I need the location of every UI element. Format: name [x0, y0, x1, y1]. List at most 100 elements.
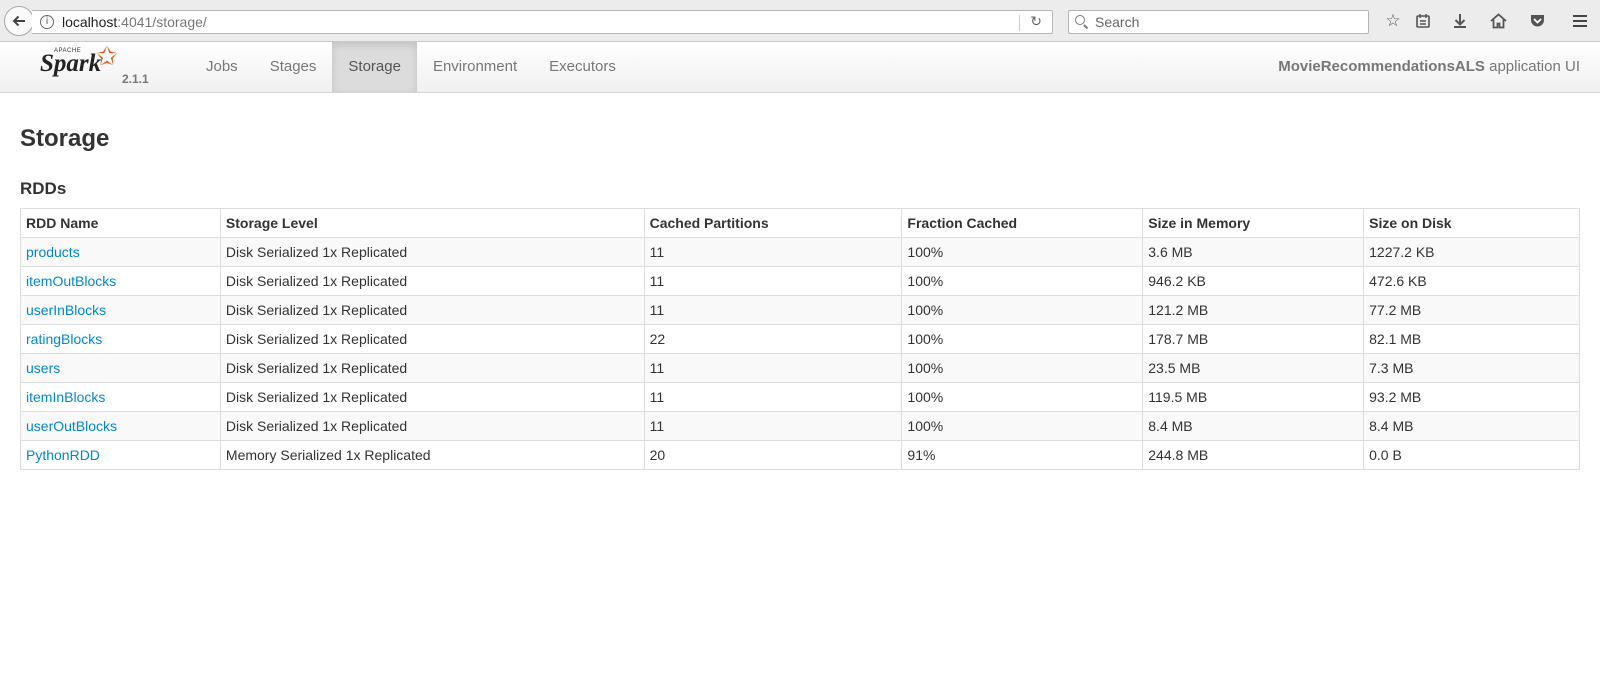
divider	[1019, 15, 1020, 31]
search-input[interactable]	[1095, 14, 1365, 30]
table-cell: 100%	[901, 266, 1144, 296]
spark-star-icon: ✩	[96, 42, 118, 72]
rdd-name-cell: ratingBlocks	[20, 324, 221, 354]
bookmark-star-icon[interactable]: ☆	[1380, 8, 1406, 34]
table-cell: 100%	[901, 382, 1144, 412]
table-row: users Disk Serialized 1x Replicated 11 100%…	[20, 353, 1580, 383]
rdd-table: RDD Name Storage Level Cached Partitions…	[20, 208, 1580, 470]
table-cell: 23.5 MB	[1142, 353, 1365, 383]
table-cell: 3.6 MB	[1142, 237, 1365, 267]
table-cell: 100%	[901, 324, 1144, 354]
menu-icon[interactable]	[1567, 8, 1593, 34]
page-title: Storage	[20, 125, 110, 152]
table-cell: 100%	[901, 353, 1144, 383]
table-cell: Disk Serialized 1x Replicated	[219, 295, 645, 325]
rdd-name-link[interactable]: users	[26, 360, 60, 376]
browser-toolbar: i localhost:4041/storage/ ↻ ☆	[0, 0, 1600, 42]
table-row: ratingBlocks Disk Serialized 1x Replicate…	[20, 324, 1580, 354]
rdd-name-link[interactable]: PythonRDD	[26, 447, 100, 463]
table-cell: 11	[643, 353, 903, 383]
pocket-icon[interactable]	[1524, 8, 1550, 34]
app-suffix: application UI	[1489, 58, 1580, 75]
table-header-row: RDD Name Storage Level Cached Partitions…	[20, 208, 1580, 238]
table-cell: Disk Serialized 1x Replicated	[219, 324, 645, 354]
table-cell: 100%	[901, 237, 1144, 267]
column-header[interactable]: RDD Name	[20, 208, 221, 238]
tab-environment[interactable]: Environment	[417, 42, 533, 92]
table-cell: 20	[643, 440, 903, 470]
tab-jobs[interactable]: Jobs	[190, 42, 254, 92]
url-text: localhost:4041/storage/	[62, 14, 207, 30]
column-header[interactable]: Size in Memory	[1142, 208, 1365, 238]
table-cell: 100%	[901, 295, 1144, 325]
table-cell: Disk Serialized 1x Replicated	[219, 382, 645, 412]
table-cell: 100%	[901, 411, 1144, 441]
search-icon	[1075, 15, 1089, 29]
table-row: PythonRDD Memory Serialized 1x Replicated…	[20, 440, 1580, 470]
table-cell: 1227.2 KB	[1363, 237, 1580, 267]
rdd-name-cell: PythonRDD	[20, 440, 221, 470]
rdd-name-link[interactable]: itemOutBlocks	[26, 273, 116, 289]
table-cell: 11	[643, 237, 903, 267]
app-name: MovieRecommendationsALS	[1278, 58, 1485, 75]
table-body: products Disk Serialized 1x Replicated 11 1…	[20, 237, 1580, 470]
tab-stages[interactable]: Stages	[254, 42, 333, 92]
table-row: itemOutBlocks Disk Serialized 1x Replicat…	[20, 266, 1580, 296]
table-cell: 22	[643, 324, 903, 354]
rdd-name-cell: users	[20, 353, 221, 383]
column-header[interactable]: Cached Partitions	[643, 208, 903, 238]
rdd-name-cell: itemInBlocks	[20, 382, 221, 412]
app-title: MovieRecommendationsALS application UI	[1278, 42, 1580, 92]
back-arrow-icon	[12, 15, 25, 27]
logo-spark-text: Spark	[40, 50, 102, 77]
rdd-name-link[interactable]: itemInBlocks	[26, 389, 105, 405]
info-icon[interactable]: i	[40, 15, 54, 29]
table-cell: 11	[643, 266, 903, 296]
rdd-name-link[interactable]: products	[26, 244, 80, 260]
table-cell: 91%	[901, 440, 1144, 470]
rdd-name-link[interactable]: userInBlocks	[26, 302, 106, 318]
tab-executors[interactable]: Executors	[533, 42, 632, 92]
address-bar[interactable]: i localhost:4041/storage/ ↻	[32, 10, 1053, 34]
table-cell: 11	[643, 382, 903, 412]
spark-navbar: APACHE Spark ✩ 2.1.1 Jobs Stages Storage…	[0, 42, 1600, 93]
table-cell: Disk Serialized 1x Replicated	[219, 237, 645, 267]
reload-icon[interactable]: ↻	[1030, 14, 1042, 30]
table-cell: Disk Serialized 1x Replicated	[219, 353, 645, 383]
table-row: products Disk Serialized 1x Replicated 11 1…	[20, 237, 1580, 267]
rdd-name-cell: userInBlocks	[20, 295, 221, 325]
column-header[interactable]: Fraction Cached	[901, 208, 1144, 238]
reading-list-icon[interactable]	[1410, 8, 1436, 34]
nav-tabs: Jobs Stages Storage Environment Executor…	[190, 42, 632, 92]
table-cell: Disk Serialized 1x Replicated	[219, 266, 645, 296]
download-icon[interactable]	[1447, 8, 1473, 34]
column-header[interactable]: Storage Level	[219, 208, 645, 238]
column-header[interactable]: Size on Disk	[1363, 208, 1580, 238]
main-content: Storage RDDs RDD Name Storage Level Cach…	[0, 125, 1600, 470]
table-cell: 7.3 MB	[1363, 353, 1580, 383]
table-cell: 82.1 MB	[1363, 324, 1580, 354]
table-cell: 119.5 MB	[1142, 382, 1365, 412]
table-cell: 8.4 MB	[1363, 411, 1580, 441]
table-cell: 0.0 B	[1363, 440, 1580, 470]
search-box[interactable]	[1068, 10, 1369, 34]
section-title: RDDs	[20, 179, 67, 198]
rdd-name-cell: products	[20, 237, 221, 267]
table-cell: 11	[643, 411, 903, 441]
home-icon[interactable]	[1485, 8, 1511, 34]
table-cell: 121.2 MB	[1142, 295, 1365, 325]
rdd-name-link[interactable]: userOutBlocks	[26, 418, 117, 434]
spark-version: 2.1.1	[122, 72, 149, 86]
back-button[interactable]	[4, 6, 34, 36]
table-cell: 946.2 KB	[1142, 266, 1365, 296]
rdd-name-cell: userOutBlocks	[20, 411, 221, 441]
table-cell: 93.2 MB	[1363, 382, 1580, 412]
table-cell: 77.2 MB	[1363, 295, 1580, 325]
tab-storage[interactable]: Storage	[332, 42, 417, 92]
rdd-name-link[interactable]: ratingBlocks	[26, 331, 102, 347]
table-cell: Disk Serialized 1x Replicated	[219, 411, 645, 441]
table-row: userOutBlocks Disk Serialized 1x Replicat…	[20, 411, 1580, 441]
table-cell: 472.6 KB	[1363, 266, 1580, 296]
table-cell: 178.7 MB	[1142, 324, 1365, 354]
table-row: userInBlocks Disk Serialized 1x Replicate…	[20, 295, 1580, 325]
